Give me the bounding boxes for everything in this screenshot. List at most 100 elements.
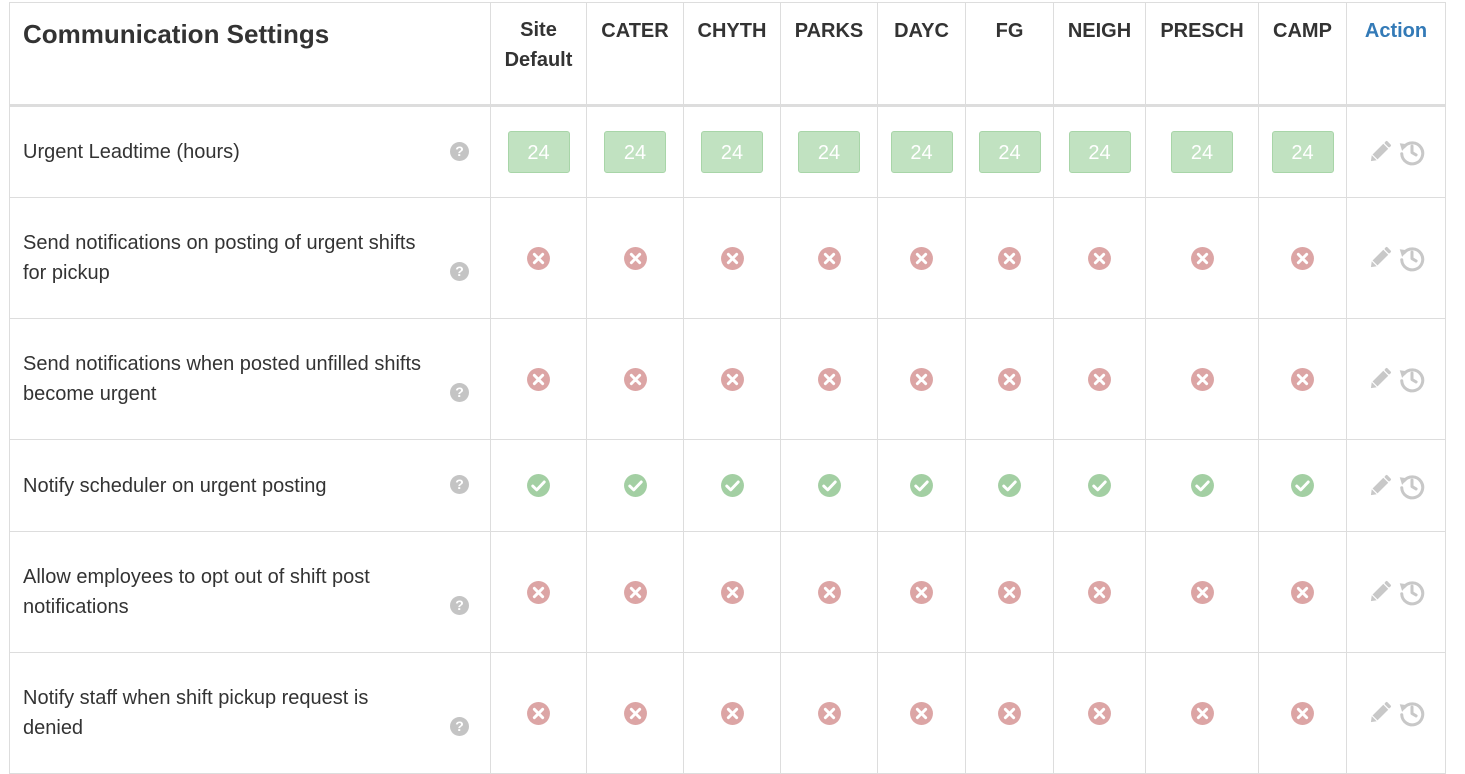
pencil-icon[interactable] [1366,578,1394,606]
times-circle-icon [527,246,550,270]
setting-value-cell [780,652,878,774]
pencil-icon[interactable] [1366,699,1394,727]
pencil-icon[interactable] [1366,365,1394,393]
pencil-icon[interactable] [1366,138,1394,166]
setting-row: Urgent Leadtime (hours)? 24 24 24 24 24 24 24 24… [9,105,1446,198]
pencil-icon[interactable] [1366,244,1394,272]
history-icon[interactable] [1398,699,1426,727]
setting-value-cell [1053,197,1146,319]
times-circle-icon [817,246,841,270]
setting-value-cell: 24 [1258,105,1347,198]
setting-value-cell [1053,318,1146,440]
communication-settings-table: Communication Settings Site Default CATE… [9,2,1446,774]
leadtime-badge: 24 [890,131,953,173]
setting-value-cell [965,197,1054,319]
setting-value-cell [490,197,587,319]
column-header-action: Action [1346,2,1446,107]
check-circle-icon [720,474,744,497]
times-circle-icon [817,701,841,725]
times-circle-icon [527,580,550,604]
setting-value-cell [490,531,587,653]
setting-value-cell [586,652,684,774]
times-circle-icon [623,367,647,391]
leadtime-badge: 24 [1068,131,1131,173]
setting-value-cell [683,197,781,319]
action-cell [1346,439,1446,532]
setting-value-cell [1258,439,1347,532]
setting-value-cell: 24 [780,105,878,198]
times-circle-icon [1291,246,1314,270]
action-cell [1346,197,1446,319]
help-icon[interactable]: ? [450,596,469,615]
leadtime-badge: 24 [1171,131,1233,173]
times-circle-icon [998,246,1021,270]
times-circle-icon [720,701,744,725]
setting-value-cell [780,318,878,440]
check-circle-icon [1088,474,1111,497]
pencil-icon[interactable] [1366,472,1394,500]
setting-label-cell: Notify staff when shift pickup request i… [9,652,491,774]
history-icon[interactable] [1398,578,1426,606]
setting-value-cell: 24 [586,105,684,198]
setting-value-cell [877,652,966,774]
times-circle-icon [1190,580,1214,604]
help-icon[interactable]: ? [450,475,469,494]
check-circle-icon [623,474,647,497]
check-circle-icon [910,474,933,497]
setting-value-cell [877,439,966,532]
times-circle-icon [910,367,933,391]
setting-value-cell [1145,318,1259,440]
setting-value-cell [490,652,587,774]
setting-row: Notify scheduler on urgent posting? [9,439,1446,532]
check-circle-icon [1190,474,1214,497]
setting-value-cell [683,652,781,774]
setting-value-cell [877,531,966,653]
times-circle-icon [720,367,744,391]
setting-label: Notify staff when shift pickup request i… [23,687,369,739]
setting-value-cell [965,439,1054,532]
times-circle-icon [910,701,933,725]
history-icon[interactable] [1398,365,1426,393]
setting-row: Send notifications when posted unfilled … [9,318,1446,440]
setting-row: Allow employees to opt out of shift post… [9,531,1446,653]
times-circle-icon [1190,367,1214,391]
help-icon[interactable]: ? [450,717,469,736]
setting-value-cell [965,652,1054,774]
setting-value-cell [1258,318,1347,440]
times-circle-icon [623,246,647,270]
history-icon[interactable] [1398,244,1426,272]
times-circle-icon [910,580,933,604]
leadtime-badge: 24 [701,131,763,173]
leadtime-badge: 24 [798,131,860,173]
times-circle-icon [1088,246,1111,270]
leadtime-badge: 24 [978,131,1041,173]
times-circle-icon [1088,580,1111,604]
column-header-neigh: NEIGH [1053,2,1146,107]
times-circle-icon [527,701,550,725]
setting-value-cell [1145,439,1259,532]
setting-value-cell [1053,652,1146,774]
setting-label-cell: Notify scheduler on urgent posting? [9,439,491,532]
setting-value-cell: 24 [1145,105,1259,198]
setting-label: Send notifications on posting of urgent … [23,232,416,284]
help-icon[interactable]: ? [450,383,469,402]
action-cell [1346,652,1446,774]
times-circle-icon [1291,367,1314,391]
setting-value-cell: 24 [490,105,587,198]
setting-label-cell: Send notifications when posted unfilled … [9,318,491,440]
help-icon[interactable]: ? [450,262,469,281]
setting-value-cell: 24 [683,105,781,198]
setting-label: Urgent Leadtime (hours) [23,141,240,163]
column-header-camp: CAMP [1258,2,1347,107]
column-header-cater: CATER [586,2,684,107]
help-icon[interactable]: ? [450,142,469,161]
action-cell [1346,531,1446,653]
history-icon[interactable] [1398,472,1426,500]
history-icon[interactable] [1398,138,1426,166]
setting-value-cell: 24 [877,105,966,198]
times-circle-icon [910,246,933,270]
times-circle-icon [1291,580,1314,604]
check-circle-icon [817,474,841,497]
setting-label-cell: Urgent Leadtime (hours)? [9,105,491,198]
setting-value-cell [877,318,966,440]
